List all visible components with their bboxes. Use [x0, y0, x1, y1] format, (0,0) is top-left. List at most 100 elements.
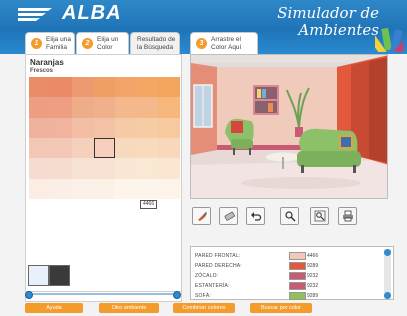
- selected-color-code: 4466: [140, 200, 158, 209]
- legend-swatch[interactable]: [289, 272, 306, 280]
- color-swatch[interactable]: [29, 77, 51, 98]
- undo-button[interactable]: [246, 207, 265, 225]
- color-fan-icon: [375, 27, 403, 52]
- color-swatch[interactable]: [136, 138, 159, 159]
- scroll-track[interactable]: [33, 293, 173, 295]
- alba-logo-stripes-icon: [18, 8, 52, 21]
- search-by-color-button[interactable]: Buscar por color: [250, 303, 312, 313]
- scroll-right-icon[interactable]: [173, 291, 181, 299]
- legend-row: ESTANTERÍA: 9232: [195, 281, 365, 290]
- color-swatch[interactable]: [158, 77, 180, 98]
- color-swatch[interactable]: [158, 97, 180, 118]
- search-button[interactable]: [280, 207, 299, 225]
- color-swatch[interactable]: [29, 158, 51, 179]
- legend-label: SOFÁ:: [195, 293, 212, 299]
- color-swatch[interactable]: [115, 97, 137, 118]
- color-swatch[interactable]: [50, 77, 73, 98]
- legend-label: ZÓCALO:: [195, 273, 219, 279]
- legend-swatch[interactable]: [289, 292, 306, 300]
- color-swatch[interactable]: [93, 117, 116, 138]
- color-swatch[interactable]: [50, 117, 73, 138]
- color-swatch[interactable]: [158, 178, 180, 199]
- color-swatch[interactable]: [72, 138, 94, 159]
- legend-row: PARED FRONTAL: 4466: [195, 251, 365, 260]
- tab-choose-color[interactable]: 2 Elija un Color: [76, 32, 129, 54]
- color-swatch[interactable]: [136, 178, 159, 199]
- color-swatch[interactable]: [93, 77, 116, 98]
- color-swatch[interactable]: [136, 117, 159, 138]
- legend-scrollbar[interactable]: [384, 249, 391, 299]
- color-swatch[interactable]: [72, 97, 94, 118]
- color-swatch[interactable]: [29, 178, 51, 199]
- legend-code: 4466: [307, 253, 319, 259]
- scroll-left-icon[interactable]: [25, 291, 33, 299]
- color-swatch[interactable]: [115, 178, 137, 199]
- print-button[interactable]: [338, 207, 357, 225]
- legend-label: PARED DERECHA:: [195, 263, 242, 269]
- legend-row: PARED DERECHA: 9289: [195, 261, 365, 270]
- zoom-icon: [314, 210, 326, 222]
- color-swatch[interactable]: [93, 138, 116, 159]
- color-swatch[interactable]: [136, 158, 159, 179]
- color-swatch[interactable]: [115, 117, 137, 138]
- selected-swatch-light[interactable]: [28, 265, 49, 286]
- color-swatch[interactable]: [158, 138, 180, 159]
- tab-search-result[interactable]: Resultado de la Búsqueda: [130, 32, 180, 54]
- legend-swatch[interactable]: [289, 252, 306, 260]
- step-badge: 2: [82, 38, 93, 49]
- color-swatch[interactable]: [136, 97, 159, 118]
- color-family-title: Naranjas: [30, 58, 64, 67]
- scroll-up-icon[interactable]: [384, 249, 391, 256]
- step-badge: 3: [196, 38, 207, 49]
- color-swatch[interactable]: [93, 97, 116, 118]
- legend-label: ESTANTERÍA:: [195, 283, 230, 289]
- color-swatch[interactable]: [29, 97, 51, 118]
- room-preview[interactable]: [190, 54, 388, 199]
- color-swatch[interactable]: [50, 97, 73, 118]
- legend-swatch[interactable]: [289, 282, 306, 290]
- brush-button[interactable]: [192, 207, 211, 225]
- color-swatch[interactable]: [72, 77, 94, 98]
- magnify-icon: [285, 211, 296, 222]
- scroll-down-icon[interactable]: [384, 292, 391, 299]
- legend-label: PARED FRONTAL:: [195, 253, 241, 259]
- color-swatch[interactable]: [115, 77, 137, 98]
- color-swatch[interactable]: [50, 138, 73, 159]
- legend-code: 9232: [307, 283, 319, 289]
- tab-choose-family[interactable]: 1 Elija una Familia: [25, 32, 75, 54]
- title-line-2: Ambientes: [298, 21, 379, 39]
- color-swatch[interactable]: [93, 158, 116, 179]
- color-swatch[interactable]: [136, 77, 159, 98]
- color-swatch[interactable]: [115, 158, 137, 179]
- color-swatch[interactable]: [72, 178, 94, 199]
- combine-colors-button[interactable]: Combinar colores: [173, 303, 235, 313]
- color-swatch-grid: [29, 77, 180, 199]
- color-swatch[interactable]: [50, 158, 73, 179]
- color-swatch[interactable]: [29, 117, 51, 138]
- color-swatch[interactable]: [72, 117, 94, 138]
- tab-drag-color[interactable]: 3 Arrastre el Color Aquí: [190, 32, 258, 54]
- tab-label: Color: [97, 43, 113, 51]
- tab-label: Elija una: [46, 36, 71, 43]
- help-button[interactable]: Ayuda: [25, 303, 83, 313]
- zoom-button[interactable]: [310, 207, 329, 225]
- eraser-button[interactable]: [219, 207, 238, 225]
- print-icon: [343, 210, 353, 222]
- tab-label: Color Aquí: [211, 43, 242, 51]
- legend-swatch[interactable]: [289, 262, 306, 270]
- color-swatch[interactable]: [50, 178, 73, 199]
- legend-row: SOFÁ: 9289: [195, 291, 365, 300]
- color-swatch[interactable]: [115, 138, 137, 159]
- color-swatch[interactable]: [93, 178, 116, 199]
- palette-scrollbar[interactable]: [25, 291, 181, 299]
- other-room-button[interactable]: Otro ambiente: [99, 303, 159, 313]
- color-swatch[interactable]: [158, 158, 180, 179]
- color-swatch[interactable]: [158, 117, 180, 138]
- selected-swatch-dark[interactable]: [49, 265, 70, 286]
- color-swatch[interactable]: [29, 138, 51, 159]
- tab-label: Familia: [46, 43, 67, 51]
- legend-row: ZÓCALO: 9232: [195, 271, 365, 280]
- tab-label: Arrastre el: [211, 36, 241, 43]
- applied-colors-legend: PARED FRONTAL: 4466 PARED DERECHA: 9289 ZÓCA…: [190, 246, 394, 300]
- color-swatch[interactable]: [72, 158, 94, 179]
